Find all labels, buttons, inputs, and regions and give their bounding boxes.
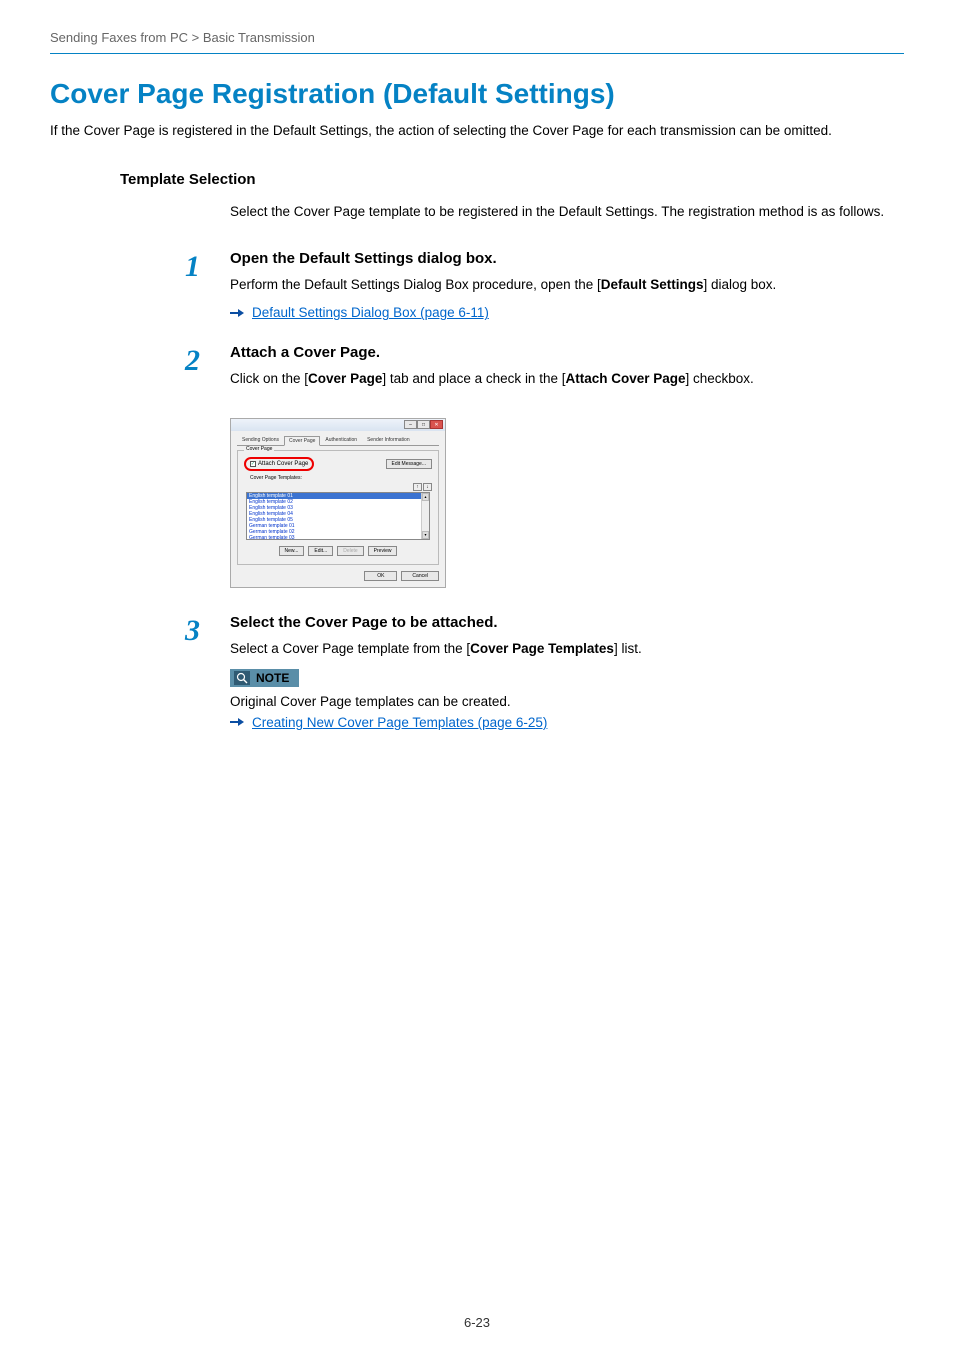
text-fragment: ] dialog box. — [703, 277, 776, 292]
page-heading: Cover Page Registration (Default Setting… — [50, 78, 904, 110]
delete-button[interactable]: Delete — [337, 546, 363, 556]
fieldset-legend: Cover Page — [244, 446, 274, 452]
note-text: Original Cover Page templates can be cre… — [230, 694, 884, 709]
step-text: Click on the [Cover Page] tab and place … — [230, 369, 884, 389]
step-number: 2 — [185, 344, 230, 399]
note-header: NOTE — [230, 669, 299, 687]
attach-cover-page-checkbox[interactable]: ✓ — [250, 461, 256, 467]
step-number: 3 — [185, 614, 230, 736]
magnifier-icon — [234, 671, 250, 685]
step-number: 1 — [185, 250, 230, 326]
arrow-right-icon — [230, 308, 244, 318]
maximize-icon[interactable]: □ — [417, 420, 430, 429]
section-title: Template Selection — [120, 171, 904, 188]
step-text: Perform the Default Settings Dialog Box … — [230, 275, 884, 295]
step-title: Attach a Cover Page. — [230, 344, 884, 361]
tab-authentication[interactable]: Authentication — [320, 435, 362, 445]
text-fragment: ] list. — [614, 641, 642, 656]
move-up-button[interactable]: ↑ — [413, 483, 422, 491]
scroll-down-icon[interactable]: ▾ — [422, 531, 429, 539]
text-fragment: ] checkbox. — [686, 371, 754, 386]
templates-label: Cover Page Templates: — [250, 475, 432, 481]
step-title: Open the Default Settings dialog box. — [230, 250, 884, 267]
step-title: Select the Cover Page to be attached. — [230, 614, 884, 631]
tab-sending-options[interactable]: Sending Options — [237, 435, 284, 445]
edit-message-button[interactable]: Edit Message... — [386, 459, 432, 469]
cover-page-fieldset: Cover Page ✓ Attach Cover Page Edit Mess… — [237, 450, 439, 565]
dialog-tabs: Sending Options Cover Page Authenticatio… — [237, 435, 439, 446]
new-button[interactable]: New... — [279, 546, 305, 556]
scrollbar[interactable]: ▴ ▾ — [421, 493, 429, 539]
dialog-title — [233, 422, 234, 428]
text-fragment: Click on the [ — [230, 371, 308, 386]
breadcrumb: Sending Faxes from PC > Basic Transmissi… — [50, 30, 904, 53]
preview-button[interactable]: Preview — [368, 546, 398, 556]
attach-cover-page-label: Attach Cover Page — [258, 461, 308, 467]
page-number: 6-23 — [0, 1315, 954, 1330]
dialog-titlebar: – □ ✕ — [231, 419, 445, 431]
step-3: 3 Select the Cover Page to be attached. … — [185, 614, 904, 736]
arrow-right-icon — [230, 717, 244, 727]
header-divider — [50, 53, 904, 54]
minimize-icon[interactable]: – — [404, 420, 417, 429]
tab-sender-information[interactable]: Sender Information — [362, 435, 415, 445]
templates-listbox[interactable]: English template 01 English template 02 … — [246, 492, 430, 540]
text-bold: Default Settings — [601, 277, 704, 292]
scroll-up-icon[interactable]: ▴ — [422, 493, 429, 501]
highlight-ring: ✓ Attach Cover Page — [244, 457, 314, 471]
step-1: 1 Open the Default Settings dialog box. … — [185, 250, 904, 326]
tab-cover-page[interactable]: Cover Page — [284, 436, 320, 446]
note-label: NOTE — [256, 671, 289, 685]
text-bold: Cover Page — [308, 371, 382, 386]
text-fragment: Perform the Default Settings Dialog Box … — [230, 277, 601, 292]
step-2: 2 Attach a Cover Page. Click on the [Cov… — [185, 344, 904, 399]
cancel-button[interactable]: Cancel — [401, 571, 439, 581]
note-block: NOTE Original Cover Page templates can b… — [230, 669, 884, 730]
text-bold: Cover Page Templates — [470, 641, 614, 656]
text-fragment: ] tab and place a check in the [ — [382, 371, 565, 386]
list-item[interactable]: German template 03 — [247, 535, 429, 540]
move-down-button[interactable]: ↓ — [423, 483, 432, 491]
reference-link[interactable]: Creating New Cover Page Templates (page … — [252, 715, 547, 730]
section-description: Select the Cover Page template to be reg… — [230, 202, 890, 222]
intro-paragraph: If the Cover Page is registered in the D… — [50, 122, 904, 141]
reference-link[interactable]: Default Settings Dialog Box (page 6-11) — [252, 305, 489, 320]
step-text: Select a Cover Page template from the [C… — [230, 639, 884, 659]
close-icon[interactable]: ✕ — [430, 420, 443, 429]
dialog-screenshot: – □ ✕ Sending Options Cover Page Authent… — [230, 418, 446, 588]
text-fragment: Select a Cover Page template from the [ — [230, 641, 470, 656]
edit-button[interactable]: Edit... — [308, 546, 333, 556]
text-bold: Attach Cover Page — [565, 371, 685, 386]
ok-button[interactable]: OK — [364, 571, 397, 581]
